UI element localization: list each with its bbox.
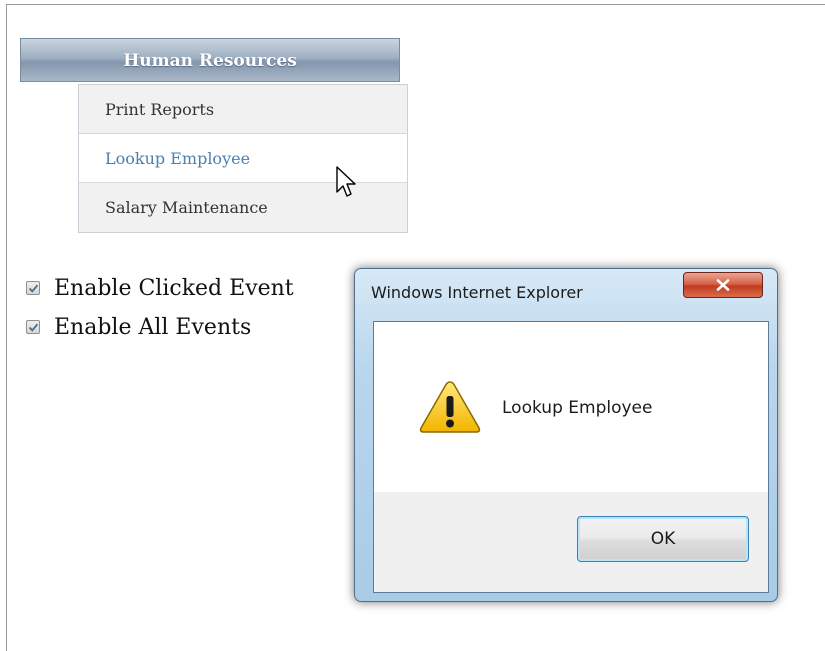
enable-all-events-checkbox[interactable] (26, 320, 40, 334)
checkmark-icon (28, 323, 39, 332)
ok-button[interactable]: OK (577, 516, 749, 562)
checkmark-icon (28, 284, 39, 293)
dialog-close-button[interactable] (683, 272, 763, 298)
enable-all-events-label: Enable All Events (54, 314, 252, 340)
enable-clicked-event-option[interactable]: Enable Clicked Event (26, 274, 294, 302)
menu-item-print-reports[interactable]: Print Reports (79, 85, 407, 134)
enable-all-events-option[interactable]: Enable All Events (26, 313, 251, 341)
dialog-title: Windows Internet Explorer (371, 283, 583, 302)
close-icon (716, 279, 730, 291)
alert-dialog: Windows Internet Explorer Lookup Employe… (354, 268, 778, 602)
enable-clicked-event-label: Enable Clicked Event (54, 275, 294, 301)
dialog-body: Lookup Employee OK (373, 321, 769, 593)
dialog-message: Lookup Employee (502, 398, 653, 418)
warning-icon (419, 381, 481, 433)
menu-header[interactable]: Human Resources (20, 38, 400, 82)
enable-clicked-event-checkbox[interactable] (26, 281, 40, 295)
menu-list: Print Reports Lookup Employee Salary Mai… (78, 84, 408, 233)
dialog-content: Lookup Employee (374, 322, 768, 492)
mouse-cursor-icon (336, 166, 356, 197)
